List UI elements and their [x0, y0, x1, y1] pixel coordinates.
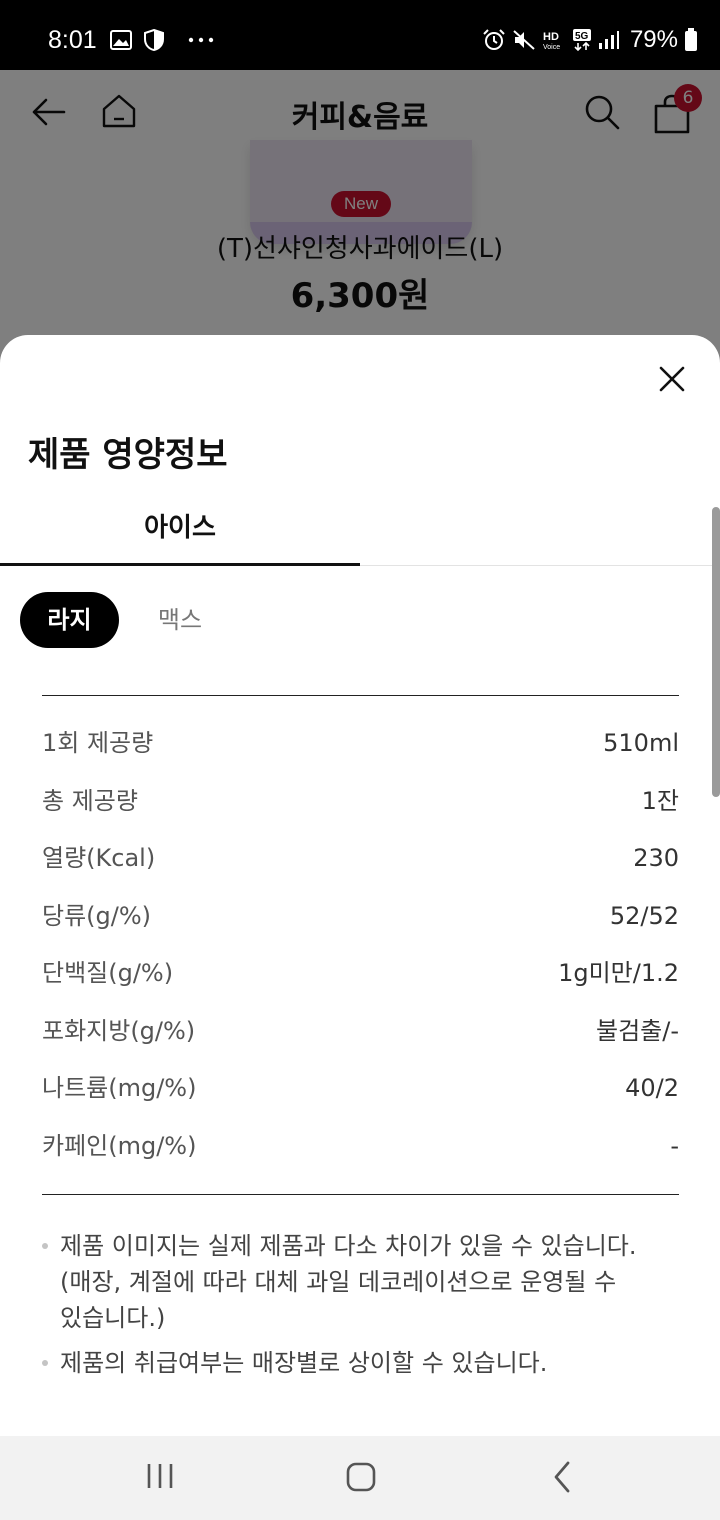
- size-chip-large[interactable]: 라지: [20, 592, 119, 648]
- alarm-icon: [483, 29, 505, 50]
- close-icon[interactable]: [652, 359, 692, 399]
- note-line: 제품의 취급여부는 매장별로 상이할 수 있습니다.: [60, 1349, 548, 1377]
- battery-icon: [685, 28, 697, 51]
- nutrition-label: 카페인(mg/%): [42, 1132, 197, 1160]
- nutrition-label: 총 제공량: [42, 787, 138, 815]
- disclaimer-note: 제품 이미지는 실제 제품과 다소 차이가 있을 수 있습니다. (매장, 계절…: [42, 1228, 682, 1336]
- nutrition-label: 1회 제공량: [42, 729, 154, 757]
- nutrition-row: 총 제공량 1잔: [42, 781, 679, 821]
- nutrition-row: 나트륨(mg/%) 40/2: [42, 1068, 679, 1108]
- scrollbar[interactable]: [712, 507, 720, 797]
- system-navigation-bar: [0, 1436, 720, 1520]
- disclaimer-note: 제품의 취급여부는 매장별로 상이할 수 있습니다.: [42, 1345, 682, 1381]
- bullet-dot: [42, 1360, 48, 1366]
- nutrition-label: 나트륨(mg/%): [42, 1074, 197, 1102]
- status-time: 8:01: [48, 26, 97, 54]
- nutrition-label: 포화지방(g/%): [42, 1017, 196, 1045]
- status-bar: 8:01 HD Voice 5G 79%: [0, 0, 720, 70]
- table-top-divider: [42, 695, 679, 696]
- nutrition-value: 1g미만/1.2: [558, 959, 679, 987]
- note-line: (매장, 계절에 따라 대체 과일 데코레이션으로 운영될 수: [60, 1268, 617, 1296]
- nutrition-row: 단백질(g/%) 1g미만/1.2: [42, 953, 679, 993]
- nutrition-row: 1회 제공량 510ml: [42, 723, 679, 763]
- svg-text:5G: 5G: [575, 31, 589, 42]
- home-button-icon[interactable]: [346, 1462, 376, 1492]
- back-button-icon[interactable]: [552, 1460, 572, 1494]
- nutrition-value: 불검출/-: [596, 1017, 679, 1045]
- nutrition-value: 52/52: [609, 902, 679, 930]
- nutrition-value: -: [670, 1132, 679, 1160]
- temperature-tabs: 아이스: [0, 503, 720, 566]
- bullet-dot: [42, 1243, 48, 1249]
- nutrition-value: 230: [633, 844, 679, 872]
- nutrition-row: 카페인(mg/%) -: [42, 1126, 679, 1166]
- 5g-icon: 5G: [572, 29, 591, 52]
- hd-voice-icon: HDVoice: [543, 31, 560, 51]
- status-left-icons: [110, 29, 214, 51]
- note-line: 제품 이미지는 실제 제품과 다소 차이가 있을 수 있습니다.: [60, 1232, 637, 1260]
- shield-icon: [144, 29, 164, 51]
- svg-text:Voice: Voice: [543, 44, 560, 51]
- sheet-title: 제품 영양정보: [28, 435, 228, 475]
- nutrition-label: 열량(Kcal): [42, 844, 156, 872]
- mute-icon: [513, 30, 535, 50]
- nutrition-label: 단백질(g/%): [42, 959, 174, 987]
- recent-apps-icon[interactable]: [146, 1462, 174, 1490]
- tab-ice[interactable]: 아이스: [0, 503, 360, 566]
- nutrition-row: 열량(Kcal) 230: [42, 838, 679, 878]
- nutrition-sheet: 제품 영양정보 아이스 라지 맥스 1회 제공량 510ml 총 제공량 1잔 …: [0, 335, 720, 1436]
- nutrition-row: 당류(g/%) 52/52: [42, 896, 679, 936]
- nutrition-value: 1잔: [641, 787, 679, 815]
- nutrition-label: 당류(g/%): [42, 902, 152, 930]
- more-dots-icon: [188, 37, 214, 43]
- gallery-icon: [110, 30, 132, 50]
- status-right: HD Voice 5G 79%: [482, 26, 698, 54]
- signal-icon: [598, 31, 619, 49]
- table-bottom-divider: [42, 1194, 679, 1195]
- note-line: 있습니다.): [60, 1304, 166, 1332]
- size-chip-max[interactable]: 맥스: [140, 592, 220, 648]
- nutrition-value: 510ml: [603, 729, 679, 757]
- svg-text:HD: HD: [543, 31, 559, 43]
- nutrition-value: 40/2: [625, 1074, 679, 1102]
- battery-percent: 79%: [629, 26, 678, 53]
- nutrition-row: 포화지방(g/%) 불검출/-: [42, 1011, 679, 1051]
